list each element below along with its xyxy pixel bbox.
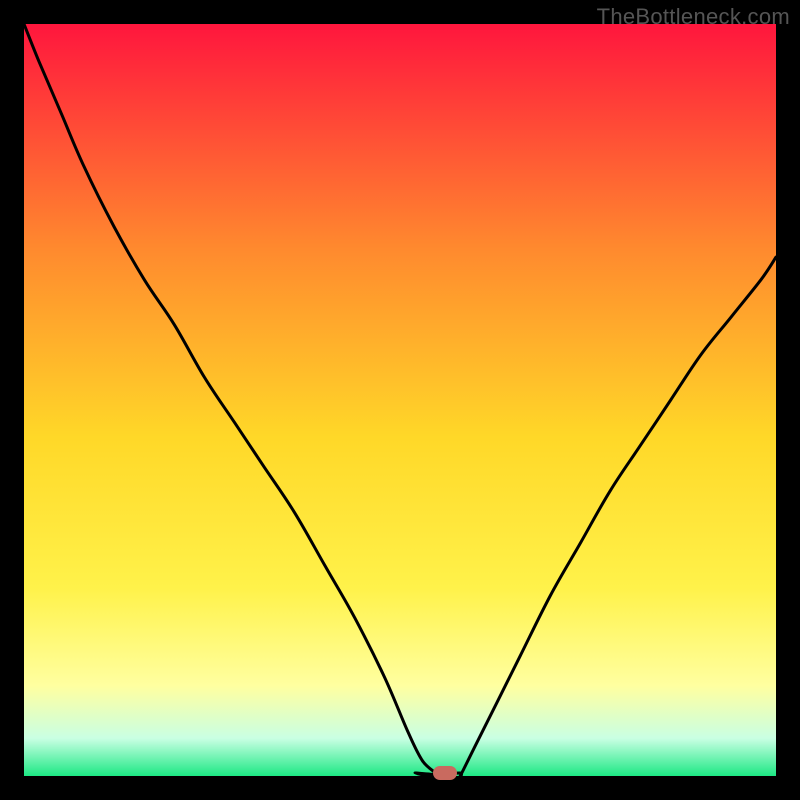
gradient-background: [24, 24, 776, 776]
plot-area: [24, 24, 776, 776]
watermark-text: TheBottleneck.com: [597, 4, 790, 30]
valley-marker: [433, 766, 457, 780]
chart-stage: TheBottleneck.com: [0, 0, 800, 800]
plot-svg: [24, 24, 776, 776]
